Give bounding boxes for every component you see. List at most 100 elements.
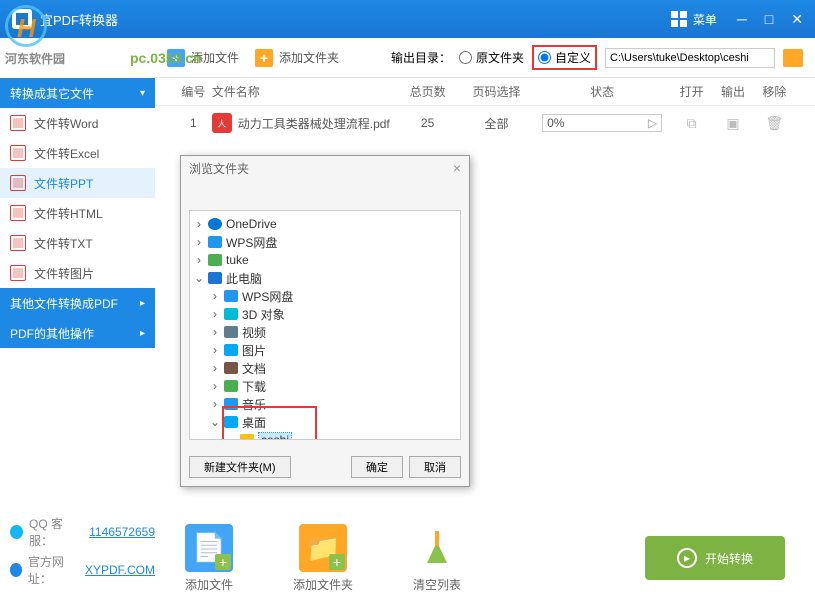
folder-icon: 📁+ bbox=[299, 524, 347, 572]
sidebar-category-convert-from-pdf[interactable]: 转换成其它文件▾ bbox=[0, 78, 155, 108]
bottom-add-folder[interactable]: 📁+ 添加文件夹 bbox=[293, 524, 353, 593]
minimize-button[interactable]: ─ bbox=[737, 11, 747, 28]
tree-desktop[interactable]: ⌄桌面 bbox=[194, 413, 456, 431]
file-icon: 📄+ bbox=[185, 524, 233, 572]
sidebar-item-word[interactable]: 文件转Word bbox=[0, 108, 155, 138]
dialog-titlebar: 浏览文件夹 × bbox=[181, 156, 469, 180]
music-icon bbox=[224, 398, 238, 410]
watermark-site-text: 河东软件园 bbox=[5, 50, 65, 67]
txt-icon bbox=[10, 235, 26, 251]
chevron-down-icon: ▾ bbox=[140, 88, 145, 99]
tree-user[interactable]: ›tuke bbox=[194, 251, 456, 269]
radio-custom-folder[interactable]: 自定义 bbox=[538, 49, 591, 66]
document-icon bbox=[224, 362, 238, 374]
wps-icon bbox=[208, 236, 222, 248]
wps-icon bbox=[224, 290, 238, 302]
sidebar-item-excel[interactable]: 文件转Excel bbox=[0, 138, 155, 168]
tree-wps[interactable]: ›WPS网盘 bbox=[194, 233, 456, 251]
header-open: 打开 bbox=[671, 83, 712, 100]
tree-this-pc[interactable]: ⌄此电脑 bbox=[194, 269, 456, 287]
broom-icon bbox=[413, 524, 461, 572]
tree-videos[interactable]: ›视频 bbox=[194, 323, 456, 341]
browse-folder-dialog: 浏览文件夹 × ›OneDrive ›WPS网盘 ›tuke ⌄此电脑 ›WPS… bbox=[180, 155, 470, 487]
bottom-clear-list[interactable]: 清空列表 bbox=[413, 524, 461, 593]
qq-link[interactable]: 1146572659 bbox=[89, 525, 155, 539]
tree-3d-objects[interactable]: ›3D 对象 bbox=[194, 305, 456, 323]
header-out: 输出 bbox=[712, 83, 753, 100]
chevron-right-icon: ▸ bbox=[140, 298, 145, 309]
output-file-button[interactable]: ▣ bbox=[712, 115, 753, 132]
tree-documents[interactable]: ›文档 bbox=[194, 359, 456, 377]
header-num: 编号 bbox=[175, 83, 212, 100]
sidebar-category-other-ops[interactable]: PDF的其他操作▸ bbox=[0, 318, 155, 348]
tree-onedrive[interactable]: ›OneDrive bbox=[194, 215, 456, 233]
table-header: 编号 文件名称 总页数 页码选择 状态 打开 输出 移除 bbox=[155, 78, 815, 106]
dialog-close-button[interactable]: × bbox=[453, 160, 461, 176]
folder-icon bbox=[240, 434, 254, 440]
obj3d-icon bbox=[224, 308, 238, 320]
output-dir-label: 输出目录： bbox=[391, 49, 451, 66]
cancel-button[interactable]: 取消 bbox=[409, 456, 461, 478]
highlight-custom-radio: 自定义 bbox=[532, 45, 597, 70]
open-file-button[interactable]: ⧉ bbox=[671, 115, 712, 132]
watermark-logo: H bbox=[5, 5, 55, 55]
word-icon bbox=[10, 115, 26, 131]
plus-icon: + bbox=[329, 554, 345, 570]
tree-downloads[interactable]: ›下载 bbox=[194, 377, 456, 395]
pdf-icon: 人 bbox=[212, 113, 232, 133]
table-row[interactable]: 1 人动力工具类器械处理流程.pdf 25 全部 0%▷ ⧉ ▣ 🗑 bbox=[155, 106, 815, 140]
html-icon bbox=[10, 205, 26, 221]
ok-button[interactable]: 确定 bbox=[351, 456, 403, 478]
chevron-right-icon: ▸ bbox=[140, 328, 145, 339]
sidebar: 转换成其它文件▾ 文件转Word 文件转Excel 文件转PPT 文件转HTML… bbox=[0, 38, 155, 603]
start-convert-button[interactable]: ▸ 开始转换 bbox=[645, 536, 785, 580]
header-pages: 总页数 bbox=[395, 83, 459, 100]
sidebar-item-ppt[interactable]: 文件转PPT bbox=[0, 168, 155, 198]
output-path-input[interactable] bbox=[605, 48, 775, 68]
grid-icon bbox=[671, 11, 687, 27]
tree-wps2[interactable]: ›WPS网盘 bbox=[194, 287, 456, 305]
folder-tree[interactable]: ›OneDrive ›WPS网盘 ›tuke ⌄此电脑 ›WPS网盘 ›3D 对… bbox=[189, 210, 461, 440]
app-title: 宜PDF转换器 bbox=[40, 10, 671, 29]
tree-music[interactable]: ›音乐 bbox=[194, 395, 456, 413]
excel-icon bbox=[10, 145, 26, 161]
delete-row-button[interactable]: 🗑 bbox=[754, 115, 795, 132]
menu-button[interactable]: 菜单 bbox=[671, 11, 717, 28]
titlebar: 宜PDF转换器 菜单 ─ □ ✕ bbox=[0, 0, 815, 38]
row-pages: 25 bbox=[395, 116, 459, 130]
row-status: 0%▷ bbox=[533, 114, 671, 132]
play-icon[interactable]: ▷ bbox=[648, 116, 657, 130]
sidebar-category-convert-to-pdf[interactable]: 其他文件转换成PDF▸ bbox=[0, 288, 155, 318]
new-folder-button[interactable]: 新建文件夹(M) bbox=[189, 456, 291, 478]
user-icon bbox=[208, 254, 222, 266]
header-status: 状态 bbox=[533, 83, 671, 100]
sidebar-item-html[interactable]: 文件转HTML bbox=[0, 198, 155, 228]
qq-icon bbox=[10, 525, 23, 539]
row-page-select[interactable]: 全部 bbox=[460, 115, 533, 132]
tree-pictures[interactable]: ›图片 bbox=[194, 341, 456, 359]
sidebar-item-image[interactable]: 文件转图片 bbox=[0, 258, 155, 288]
tree-ceshi-folder[interactable]: ceshi bbox=[194, 431, 456, 440]
header-del: 移除 bbox=[754, 83, 795, 100]
close-button[interactable]: ✕ bbox=[791, 11, 803, 28]
add-folder-button[interactable]: +添加文件夹 bbox=[255, 49, 339, 67]
dialog-buttons: 新建文件夹(M) 确定 取消 bbox=[181, 448, 469, 486]
site-link[interactable]: XYPDF.COM bbox=[85, 563, 155, 577]
bottom-bar: 📄+ 添加文件 📁+ 添加文件夹 清空列表 ▸ 开始转换 bbox=[155, 513, 815, 603]
onedrive-icon bbox=[208, 218, 222, 230]
download-icon bbox=[224, 380, 238, 392]
picture-icon bbox=[224, 344, 238, 356]
progress-bar: 0%▷ bbox=[542, 114, 662, 132]
footer-info: QQ 客服：1146572659 官方网址：XYPDF.COM bbox=[10, 515, 155, 591]
play-circle-icon: ▸ bbox=[677, 548, 697, 568]
globe-icon bbox=[10, 563, 22, 577]
row-filename: 人动力工具类器械处理流程.pdf bbox=[212, 113, 396, 133]
maximize-button[interactable]: □ bbox=[765, 11, 773, 28]
header-sel: 页码选择 bbox=[460, 83, 533, 100]
browse-folder-button[interactable] bbox=[783, 49, 803, 67]
header-name: 文件名称 bbox=[212, 83, 396, 100]
bottom-add-file[interactable]: 📄+ 添加文件 bbox=[185, 524, 233, 593]
radio-source-folder[interactable]: 原文件夹 bbox=[459, 49, 524, 66]
sidebar-item-txt[interactable]: 文件转TXT bbox=[0, 228, 155, 258]
desktop-icon bbox=[224, 416, 238, 428]
